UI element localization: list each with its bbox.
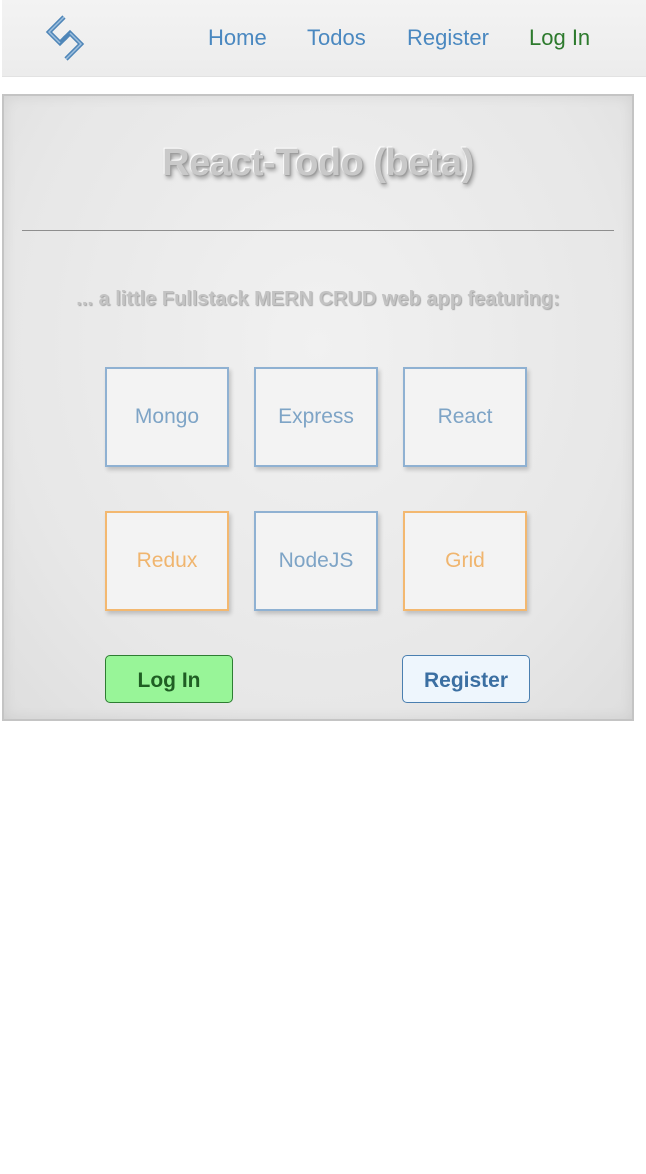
diamond-logo-icon[interactable] [42, 14, 88, 62]
feature-tile-mongo: Mongo [105, 367, 229, 467]
feature-tile-react: React [403, 367, 527, 467]
feature-tile-label: React [437, 405, 493, 428]
page-subtitle: ... a little Fullstack MERN CRUD web app… [76, 288, 560, 310]
feature-tile-label: NodeJS [278, 549, 354, 572]
feature-tile-redux: Redux [105, 511, 229, 611]
top-navbar: Home Todos Register Log In [2, 0, 646, 77]
register-button[interactable]: Register [402, 655, 530, 703]
feature-tile-label: Grid [445, 549, 485, 572]
login-button[interactable]: Log In [105, 655, 233, 703]
title-divider [22, 230, 614, 231]
page-title: React-Todo (beta) [162, 142, 474, 184]
nav-link-home[interactable]: Home [208, 24, 267, 52]
feature-tile-label: Redux [136, 549, 198, 572]
feature-tile-grid: Grid [403, 511, 527, 611]
feature-tile-nodejs: NodeJS [254, 511, 378, 611]
feature-tile-express: Express [254, 367, 378, 467]
nav-link-login[interactable]: Log In [529, 24, 590, 52]
feature-tile-label: Mongo [134, 405, 200, 428]
feature-tile-label: Express [278, 405, 354, 428]
nav-link-todos[interactable]: Todos [307, 24, 366, 52]
nav-link-register[interactable]: Register [407, 24, 489, 52]
welcome-card: React-Todo (beta) ... a little Fullstack… [2, 94, 634, 721]
